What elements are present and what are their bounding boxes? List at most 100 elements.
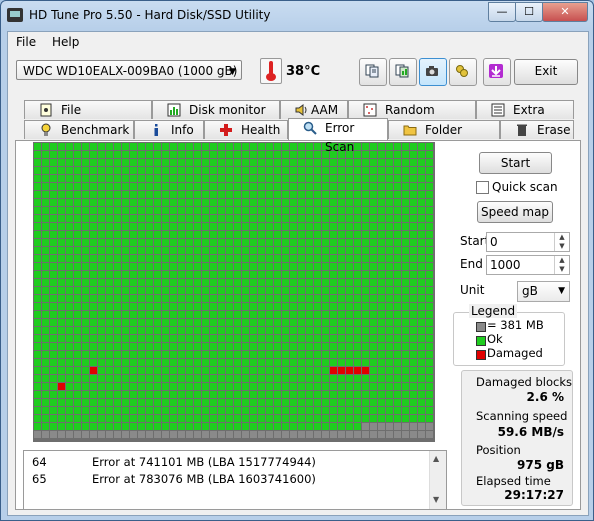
scroll-down-icon[interactable]: ▼ — [433, 495, 439, 504]
scan-block — [298, 367, 305, 374]
scan-block — [290, 199, 297, 206]
scan-block — [122, 271, 129, 278]
scan-block — [74, 279, 81, 286]
scan-block — [394, 295, 401, 302]
scan-block — [106, 367, 113, 374]
scan-block — [58, 159, 65, 166]
scan-block — [106, 327, 113, 334]
scan-block — [322, 247, 329, 254]
start-stepper[interactable]: ▲ ▼ — [554, 233, 569, 251]
scan-block — [314, 415, 321, 422]
tab-erase[interactable]: Erase — [500, 120, 574, 139]
title-bar[interactable]: HD Tune Pro 5.50 - Hard Disk/SSD Utility… — [1, 1, 593, 31]
scroll-up-icon[interactable]: ▲ — [433, 454, 439, 463]
options-button[interactable] — [449, 58, 477, 86]
start-scan-button[interactable]: Start — [479, 152, 552, 174]
minimize-button[interactable]: — — [488, 2, 516, 22]
scan-block — [186, 327, 193, 334]
scan-block — [274, 279, 281, 286]
scan-block — [330, 311, 337, 318]
scan-block — [386, 327, 393, 334]
copy-text-button[interactable] — [359, 58, 387, 86]
scan-block — [162, 415, 169, 422]
log-scrollbar[interactable]: ▲ ▼ — [429, 451, 446, 509]
scan-block — [42, 375, 49, 382]
copy-image-button[interactable] — [389, 58, 417, 86]
scan-block — [258, 375, 265, 382]
tab-file-benchmark[interactable]: File Benchmark — [24, 100, 152, 136]
tab-error-scan[interactable]: Error Scan — [288, 118, 388, 154]
scan-block — [178, 271, 185, 278]
scan-block — [218, 415, 225, 422]
scan-block — [114, 175, 121, 182]
scan-block — [162, 183, 169, 190]
scan-block — [250, 231, 257, 238]
scan-block — [234, 263, 241, 270]
drive-select[interactable]: WDC WD10EALX-009BA0 (1000 gB) ▼ — [16, 60, 242, 80]
scan-block — [418, 255, 425, 262]
scan-block — [394, 319, 401, 326]
scan-block — [130, 175, 137, 182]
exit-button[interactable]: Exit — [514, 59, 578, 85]
speed-map-button[interactable]: Speed map — [477, 201, 553, 223]
scan-block — [378, 343, 385, 350]
tab-health[interactable]: Health — [204, 120, 288, 139]
menu-file[interactable]: File — [16, 35, 36, 49]
scan-block — [250, 167, 257, 174]
tab-random-access[interactable]: Random Access — [348, 100, 476, 136]
scan-block — [370, 319, 377, 326]
scan-block — [170, 335, 177, 342]
tab-info[interactable]: Info — [134, 120, 204, 139]
end-input[interactable]: 1000 ▲ ▼ — [486, 255, 570, 275]
scan-block — [114, 167, 121, 174]
scan-block — [50, 287, 57, 294]
error-log[interactable]: 64 Error at 741101 MB (LBA 1517774944) 6… — [23, 450, 447, 510]
scan-block — [234, 399, 241, 406]
tab-folder-usage[interactable]: Folder Usage — [388, 120, 500, 156]
end-stepper[interactable]: ▲ ▼ — [554, 256, 569, 274]
scan-block — [330, 415, 337, 422]
download-button[interactable] — [483, 58, 511, 86]
start-input[interactable]: 0 ▲ ▼ — [486, 232, 570, 252]
scan-block — [106, 415, 113, 422]
tab-benchmark[interactable]: Benchmark — [24, 120, 134, 139]
scan-block — [418, 423, 425, 430]
scan-block — [386, 303, 393, 310]
scan-block — [258, 367, 265, 374]
scan-block — [234, 287, 241, 294]
tab-aam[interactable]: AAM — [280, 100, 348, 119]
scan-block — [394, 335, 401, 342]
scan-block — [322, 335, 329, 342]
scan-block — [322, 327, 329, 334]
scan-block — [242, 151, 249, 158]
scan-block — [418, 159, 425, 166]
scan-block — [282, 279, 289, 286]
scan-block — [146, 287, 153, 294]
scan-block — [346, 183, 353, 190]
scan-block — [298, 215, 305, 222]
scan-block — [250, 183, 257, 190]
scan-block — [106, 263, 113, 270]
scan-block — [282, 215, 289, 222]
scan-block — [154, 231, 161, 238]
tab-disk-monitor[interactable]: Disk monitor — [152, 100, 280, 119]
scan-block — [114, 343, 121, 350]
scan-block — [282, 191, 289, 198]
trash-icon — [517, 124, 527, 136]
maximize-button[interactable]: ☐ — [515, 2, 543, 22]
tab-extra-tests[interactable]: Extra tests — [476, 100, 574, 136]
scan-block — [122, 351, 129, 358]
scan-block — [178, 415, 185, 422]
scan-block — [298, 207, 305, 214]
scan-block — [322, 271, 329, 278]
quick-scan-checkbox[interactable] — [476, 181, 489, 194]
unit-select[interactable]: gB ▼ — [517, 281, 570, 302]
screenshot-button[interactable] — [419, 58, 447, 86]
scan-block — [266, 375, 273, 382]
close-button[interactable]: ✕ — [542, 2, 588, 22]
scan-block — [298, 287, 305, 294]
menu-help[interactable]: Help — [52, 35, 79, 49]
scan-block — [242, 279, 249, 286]
scan-block — [386, 255, 393, 262]
scan-block — [330, 279, 337, 286]
